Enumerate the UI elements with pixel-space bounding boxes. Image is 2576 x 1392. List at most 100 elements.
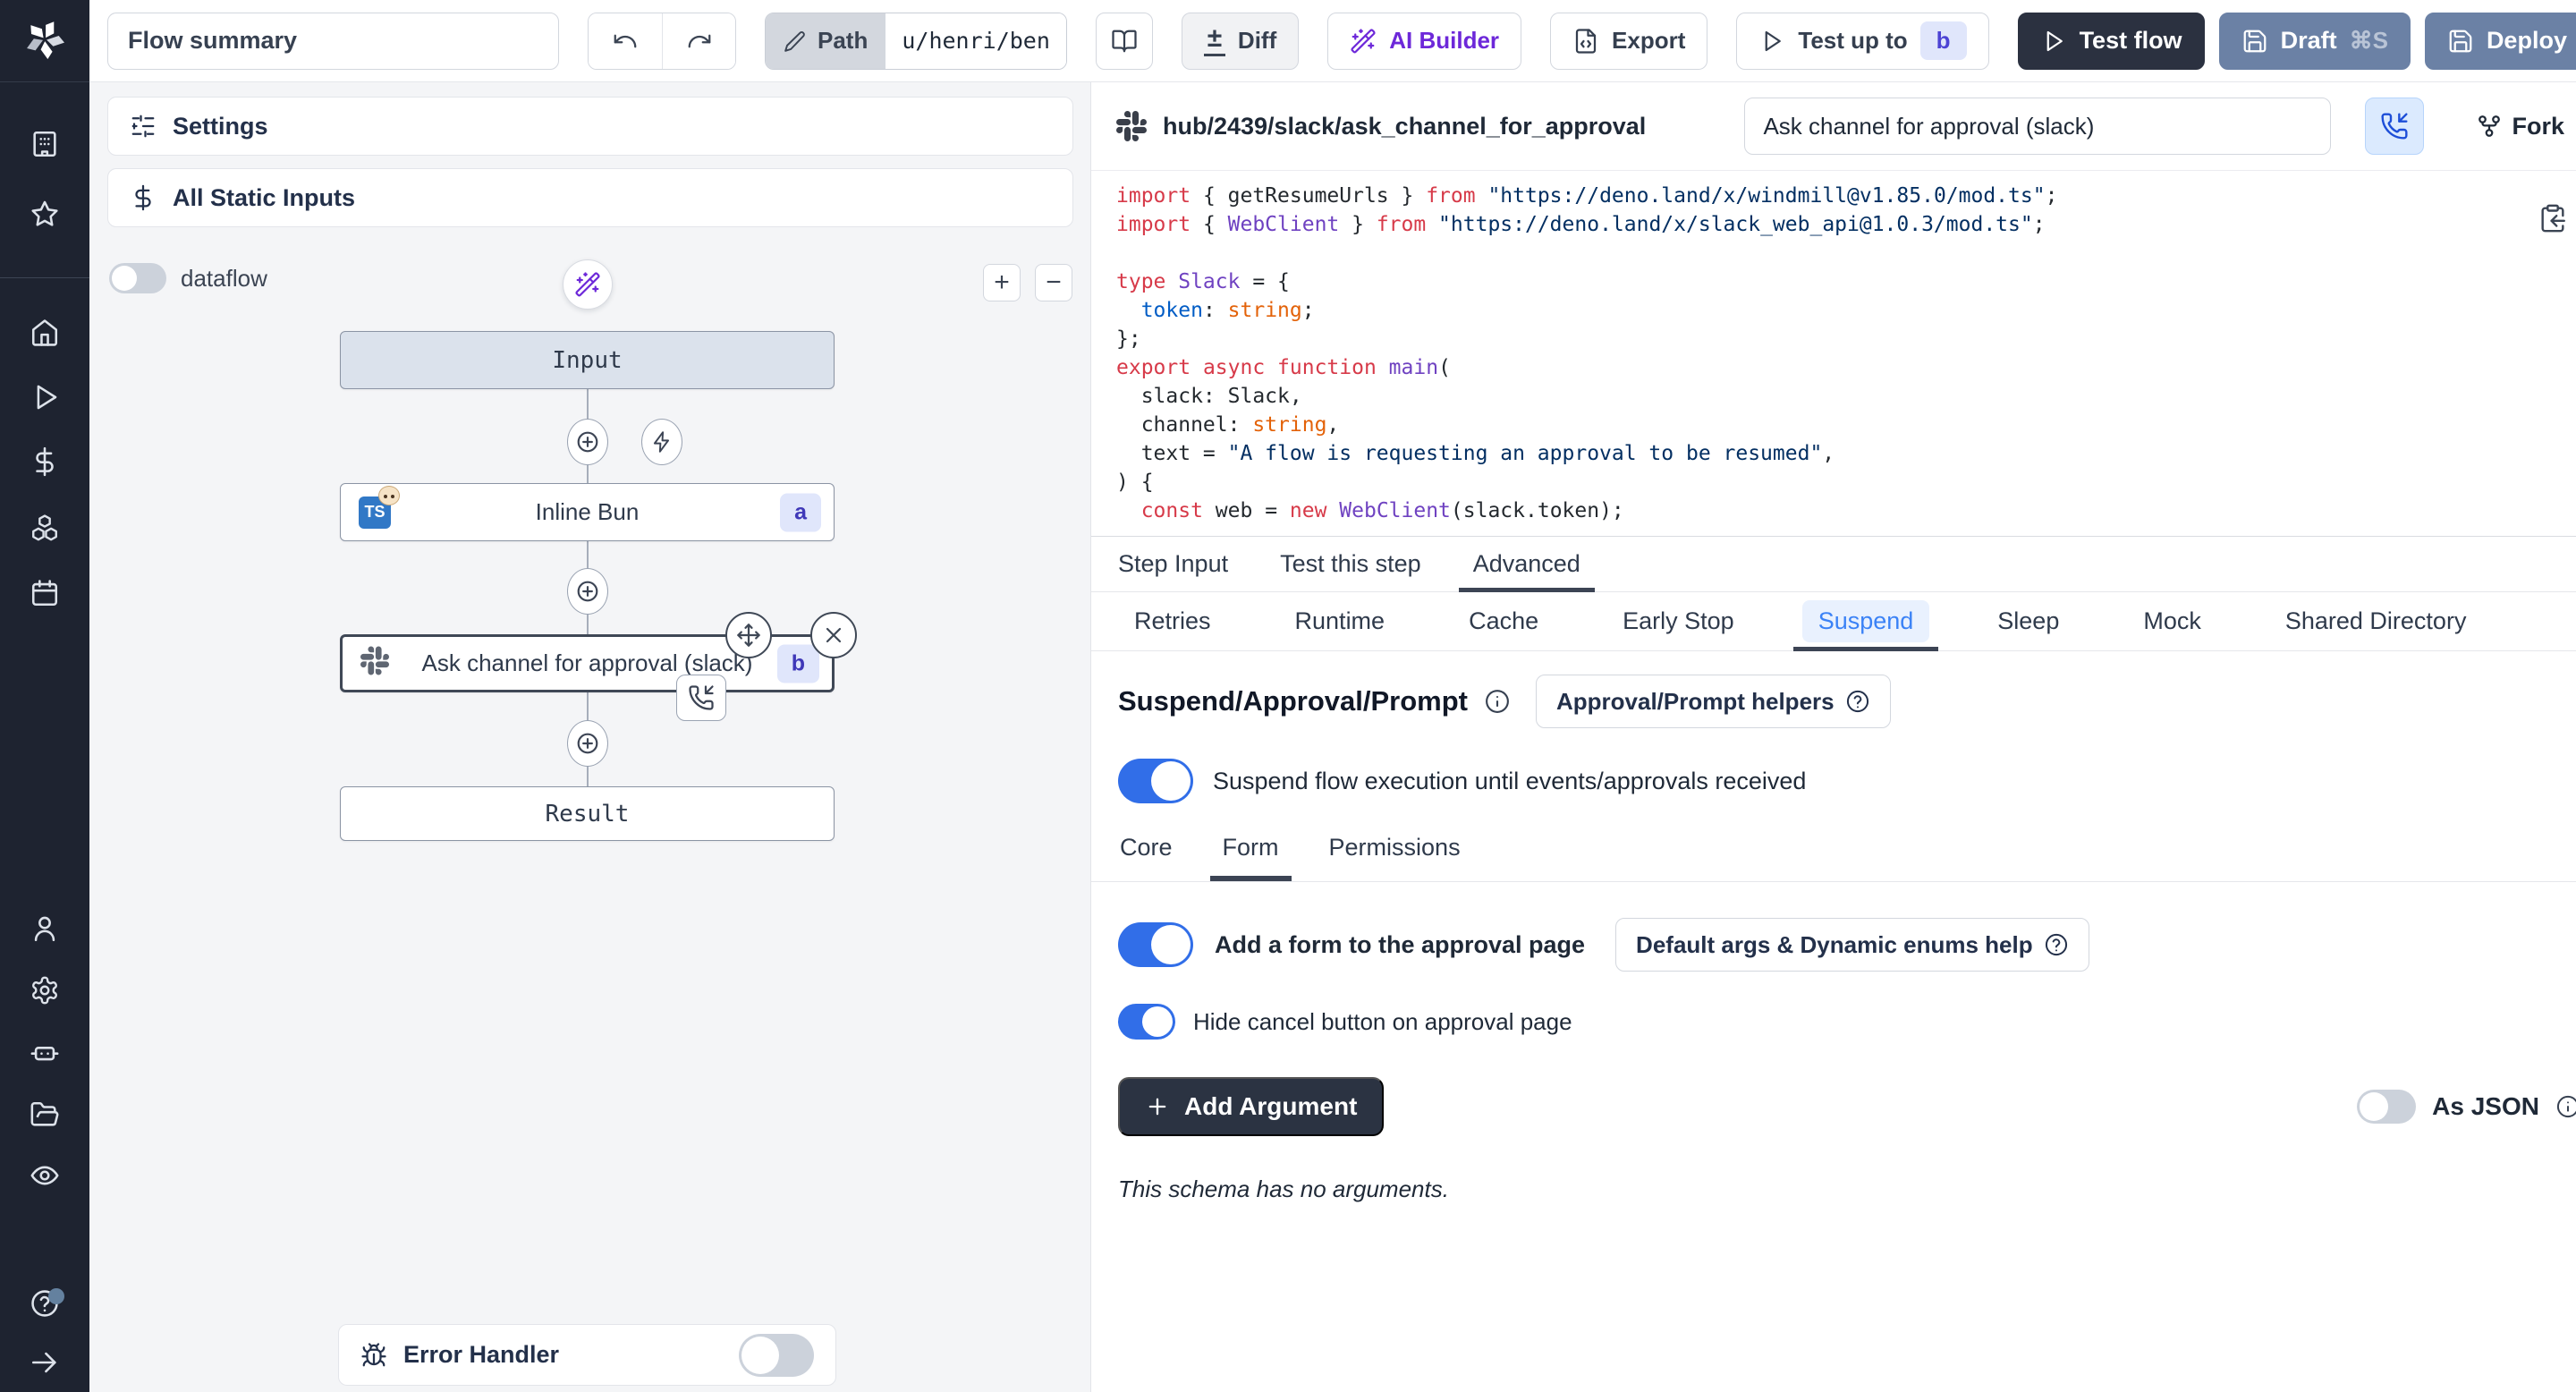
test-flow-button[interactable]: Test flow — [2018, 13, 2205, 70]
add-argument-button[interactable]: Add Argument — [1118, 1077, 1384, 1136]
default-args-help-label: Default args & Dynamic enums help — [1636, 931, 2033, 959]
docs-book-button[interactable] — [1096, 13, 1153, 70]
error-handler-label: Error Handler — [403, 1341, 723, 1369]
help-circle-icon — [1845, 689, 1870, 714]
help-notification-dot — [48, 1288, 64, 1304]
fork-button[interactable]: Fork — [2476, 113, 2564, 140]
export-button[interactable]: Export — [1550, 13, 1707, 70]
graph-zoom-in-button[interactable]: + — [983, 264, 1021, 301]
all-static-inputs-button[interactable]: All Static Inputs — [107, 168, 1073, 227]
ai-builder-button[interactable]: AI Builder — [1327, 13, 1521, 70]
approval-prompt-helpers-button[interactable]: Approval/Prompt helpers — [1536, 675, 1891, 728]
subtab-cache[interactable]: Cache — [1453, 592, 1555, 650]
windmill-logo-icon[interactable] — [25, 20, 64, 59]
draft-button[interactable]: Draft ⌘S — [2219, 13, 2411, 70]
info-icon[interactable] — [2555, 1094, 2576, 1119]
variables-dollar-icon[interactable] — [30, 446, 60, 477]
copy-code-button[interactable] — [2538, 203, 2568, 233]
tab-core[interactable]: Core — [1120, 834, 1173, 881]
suspend-phone-badge — [676, 675, 726, 721]
insert-step-button-2[interactable] — [567, 568, 608, 615]
save-icon — [2447, 28, 2474, 55]
add-form-label: Add a form to the approval page — [1215, 931, 1585, 959]
flow-settings-button[interactable]: Settings — [107, 97, 1073, 156]
resources-boxes-icon[interactable] — [30, 513, 60, 543]
node-inline-bun[interactable]: TS Inline Bun a — [340, 483, 835, 541]
insert-step-button-3[interactable] — [567, 720, 608, 767]
workers-robot-icon[interactable] — [30, 1038, 60, 1068]
node-input[interactable]: Input — [340, 331, 835, 389]
suspend-execution-toggle[interactable] — [1118, 759, 1193, 803]
add-argument-label: Add Argument — [1184, 1092, 1357, 1121]
error-handler-row: Error Handler — [338, 1324, 836, 1386]
subtab-runtime[interactable]: Runtime — [1279, 592, 1402, 650]
node-result-label: Result — [341, 801, 834, 828]
settings-gear-icon[interactable] — [30, 975, 60, 1006]
ai-builder-label: AI Builder — [1389, 27, 1499, 55]
diff-button[interactable]: ± Diff — [1182, 13, 1299, 70]
test-flow-label: Test flow — [2080, 27, 2182, 55]
add-form-toggle[interactable] — [1118, 922, 1193, 967]
tab-permissions[interactable]: Permissions — [1329, 834, 1461, 881]
node-result[interactable]: Result — [340, 786, 835, 841]
step-detail-panel: hub/2439/slack/ask_channel_for_approval … — [1091, 82, 2576, 1392]
insert-step-button-1[interactable] — [567, 419, 608, 465]
subtab-mock[interactable]: Mock — [2127, 592, 2217, 650]
users-icon[interactable] — [30, 913, 60, 944]
undo-button[interactable] — [589, 13, 662, 69]
test-up-to-button[interactable]: Test up to b — [1736, 13, 1988, 70]
favorites-star-icon[interactable] — [30, 199, 60, 229]
suspend-execution-label: Suspend flow execution until events/appr… — [1213, 768, 1806, 795]
schedules-calendar-icon[interactable] — [30, 578, 60, 608]
typescript-bun-icon: TS — [359, 497, 391, 529]
error-handler-toggle[interactable] — [739, 1334, 814, 1377]
hide-cancel-toggle[interactable] — [1118, 1004, 1175, 1040]
step-name-input[interactable] — [1744, 98, 2331, 155]
help-circle-icon — [2044, 932, 2069, 957]
node-approval-selected[interactable]: Ask channel for approval (slack) b — [340, 634, 835, 692]
suspend-inner-tabs: Core Form Permissions — [1118, 834, 2576, 881]
tab-test-this-step[interactable]: Test this step — [1280, 537, 1421, 591]
tab-advanced[interactable]: Advanced — [1473, 537, 1580, 591]
dataflow-toggle[interactable] — [109, 263, 166, 293]
step-tabs: Step Input Test this step Advanced — [1091, 537, 2576, 592]
all-static-inputs-label: All Static Inputs — [173, 184, 355, 212]
subtab-shared-directory[interactable]: Shared Directory — [2269, 592, 2483, 650]
home-icon[interactable] — [30, 318, 60, 348]
subtab-early-stop[interactable]: Early Stop — [1606, 592, 1750, 650]
subtab-suspend[interactable]: Suspend — [1802, 592, 1930, 650]
suspend-mode-button[interactable] — [2365, 98, 2424, 155]
redo-button[interactable] — [662, 13, 735, 69]
ai-flow-wand-button[interactable] — [563, 259, 613, 310]
as-json-toggle[interactable] — [2357, 1090, 2416, 1124]
slack-icon — [1116, 111, 1147, 141]
path-button[interactable]: Path u/henri/ben — [765, 13, 1067, 70]
subtab-sleep[interactable]: Sleep — [1981, 592, 2075, 650]
tab-step-input[interactable]: Step Input — [1118, 537, 1228, 591]
flow-summary-input[interactable] — [107, 13, 559, 70]
advanced-subtabs: Retries Runtime Cache Early Stop Suspend… — [1091, 592, 2576, 651]
subtab-retries[interactable]: Retries — [1118, 592, 1227, 650]
audit-logs-eye-icon[interactable] — [30, 1160, 60, 1191]
plus-icon — [576, 580, 599, 603]
default-args-help-button[interactable]: Default args & Dynamic enums help — [1615, 918, 2089, 972]
folders-icon[interactable] — [30, 1099, 60, 1130]
plus-icon — [576, 430, 599, 454]
dataflow-label: dataflow — [181, 265, 267, 293]
graph-zoom-out-button[interactable]: − — [1035, 264, 1072, 301]
save-icon — [2241, 28, 2268, 55]
code-editor[interactable]: import { getResumeUrls } from "https://d… — [1091, 170, 2576, 537]
trigger-button[interactable] — [641, 419, 682, 465]
deploy-button[interactable]: Deploy — [2425, 13, 2576, 70]
workspace-icon[interactable] — [30, 129, 60, 159]
bug-icon — [360, 1342, 387, 1369]
info-icon[interactable] — [1484, 688, 1511, 715]
empty-schema-note: This schema has no arguments. — [1118, 1176, 2576, 1203]
delete-node-button[interactable] — [810, 612, 857, 658]
suspend-heading: Suspend/Approval/Prompt — [1118, 685, 1468, 717]
move-node-button[interactable] — [725, 612, 772, 658]
tab-form[interactable]: Form — [1223, 834, 1279, 881]
runs-play-icon[interactable] — [30, 382, 60, 412]
expand-sidebar-arrow-icon[interactable] — [30, 1347, 60, 1378]
git-fork-icon — [2476, 113, 2503, 140]
